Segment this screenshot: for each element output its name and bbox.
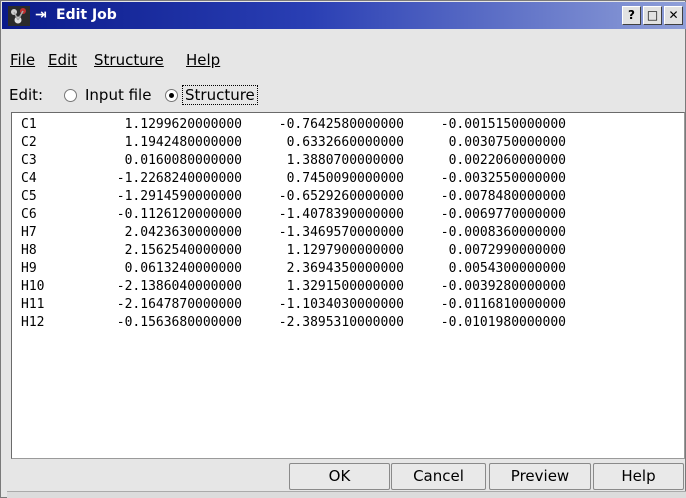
x-coordinate: 0.0613240000000 — [124, 261, 242, 276]
y-coordinate: -2.3895310000000 — [278, 315, 404, 330]
menu-bar: File Edit Structure Help — [2, 47, 686, 71]
structure-radio[interactable] — [165, 89, 178, 102]
z-coordinate: 0.0054300000000 — [448, 261, 566, 276]
atom-label: C5 — [21, 189, 37, 204]
close-button[interactable]: ✕ — [664, 6, 683, 25]
z-coordinate: -0.0078480000000 — [440, 189, 566, 204]
structure-radio-label[interactable]: Structure — [182, 85, 258, 105]
structure-text-area[interactable]: C1 1.1299620000000 -0.7642580000000 -0.0015… — [11, 112, 685, 459]
title-bar[interactable]: ⇥ Edit Job ? □ ✕ — [2, 2, 686, 29]
help-button[interactable]: Help — [593, 463, 684, 490]
pin-icon[interactable]: ⇥ — [35, 7, 47, 23]
x-coordinate: 1.1299620000000 — [124, 117, 242, 132]
atom-label: H12 — [21, 315, 45, 330]
x-coordinate: -2.1647870000000 — [116, 297, 242, 312]
y-coordinate: 2.3694350000000 — [286, 261, 404, 276]
edit-job-window: ⇥ Edit Job ? □ ✕ File Edit Structure Hel… — [0, 0, 686, 498]
input-file-radio-label[interactable]: Input file — [85, 86, 151, 104]
menu-structure[interactable]: Structure — [94, 51, 164, 69]
x-coordinate: 1.1942480000000 — [124, 135, 242, 150]
atom-label: C1 — [21, 117, 37, 132]
atom-label: H8 — [21, 243, 37, 258]
y-coordinate: 0.6332660000000 — [286, 135, 404, 150]
x-coordinate: -0.1563680000000 — [116, 315, 242, 330]
y-coordinate: 1.1297900000000 — [286, 243, 404, 258]
atom-label: C2 — [21, 135, 37, 150]
menu-edit[interactable]: Edit — [48, 51, 77, 69]
z-coordinate: -0.0015150000000 — [440, 117, 566, 132]
x-coordinate: -0.1126120000000 — [116, 207, 242, 222]
menu-file-label: File — [10, 51, 36, 69]
context-help-button[interactable]: ? — [622, 6, 641, 25]
atom-label: C6 — [21, 207, 37, 222]
x-coordinate: 2.1562540000000 — [124, 243, 242, 258]
menu-help[interactable]: Help — [186, 51, 220, 69]
atom-label: C4 — [21, 171, 37, 186]
menu-structure-label: Structure — [94, 51, 164, 69]
y-coordinate: 1.3880700000000 — [286, 153, 404, 168]
z-coordinate: 0.0030750000000 — [448, 135, 566, 150]
menu-file[interactable]: File — [10, 51, 35, 69]
z-coordinate: -0.0116810000000 — [440, 297, 566, 312]
z-coordinate: -0.0008360000000 — [440, 225, 566, 240]
atom-label: C3 — [21, 153, 37, 168]
atom-label: H11 — [21, 297, 45, 312]
y-coordinate: -1.4078390000000 — [278, 207, 404, 222]
edit-mode-label: Edit: — [9, 86, 44, 104]
z-coordinate: -0.0069770000000 — [440, 207, 566, 222]
menu-edit-label: Edit — [48, 51, 78, 69]
menu-help-label: Help — [186, 51, 221, 69]
atom-label: H10 — [21, 279, 45, 294]
atom-label: H9 — [21, 261, 37, 276]
z-coordinate: -0.0032550000000 — [440, 171, 566, 186]
x-coordinate: -1.2914590000000 — [116, 189, 242, 204]
x-coordinate: -1.2268240000000 — [116, 171, 242, 186]
x-coordinate: 2.0423630000000 — [124, 225, 242, 240]
z-coordinate: 0.0022060000000 — [448, 153, 566, 168]
z-coordinate: -0.0101980000000 — [440, 315, 566, 330]
x-coordinate: -2.1386040000000 — [116, 279, 242, 294]
molecule-app-icon — [8, 6, 30, 26]
preview-button[interactable]: Preview — [489, 463, 591, 490]
maximize-button[interactable]: □ — [643, 6, 662, 25]
y-coordinate: 0.7450090000000 — [286, 171, 404, 186]
x-coordinate: 0.0160080000000 — [124, 153, 242, 168]
atom-label: H7 — [21, 225, 37, 240]
window-title: Edit Job — [56, 7, 117, 23]
z-coordinate: 0.0072990000000 — [448, 243, 566, 258]
z-coordinate: -0.0039280000000 — [440, 279, 566, 294]
y-coordinate: -0.6529260000000 — [278, 189, 404, 204]
cancel-button[interactable]: Cancel — [391, 463, 486, 490]
y-coordinate: 1.3291500000000 — [286, 279, 404, 294]
y-coordinate: -1.3469570000000 — [278, 225, 404, 240]
input-file-radio[interactable] — [64, 89, 77, 102]
edit-mode-selector: Edit: Input file Structure — [1, 85, 301, 107]
y-coordinate: -0.7642580000000 — [278, 117, 404, 132]
y-coordinate: -1.1034030000000 — [278, 297, 404, 312]
horizontal-scrollbar[interactable] — [7, 491, 686, 498]
ok-button[interactable]: OK — [289, 463, 390, 490]
